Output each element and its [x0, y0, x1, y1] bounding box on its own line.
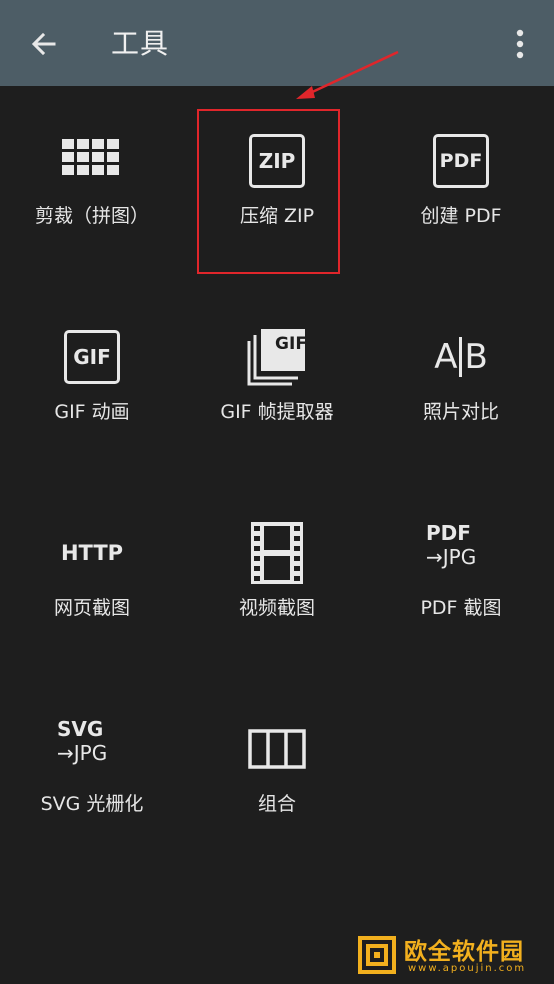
tool-svg-rasterize[interactable]: SVG →JPG SVG 光栅化 [0, 674, 184, 870]
tool-combine[interactable]: 组合 [185, 674, 369, 870]
watermark-name: 欧全软件园 [404, 939, 524, 965]
tool-video-screenshot[interactable]: 视频截图 [185, 478, 369, 674]
pdf-to-jpg-icon: PDF →JPG [426, 521, 477, 569]
page-title: 工具 [111, 27, 170, 60]
tool-label: 照片对比 [422, 401, 499, 423]
gif-frames-icon: GIF [242, 326, 312, 388]
svg-to-jpg-icon: SVG →JPG [57, 717, 108, 765]
tool-create-pdf[interactable]: PDF 创建 PDF [369, 86, 553, 282]
gif-icon: GIF [57, 326, 127, 388]
watermark: 欧全软件园 www.apoujin.com [352, 930, 552, 980]
compare-divider [459, 337, 463, 377]
tool-label: 剪裁（拼图） [34, 205, 149, 227]
gif-icon-text: GIF [64, 330, 120, 384]
tool-label: 网页截图 [53, 597, 130, 619]
tool-label: GIF 动画 [54, 401, 130, 423]
back-button[interactable] [24, 24, 64, 64]
tool-label: 组合 [257, 793, 296, 815]
tool-photo-compare[interactable]: A B 照片对比 [369, 282, 553, 478]
more-vert-icon [516, 29, 524, 59]
zip-icon: ZIP [242, 130, 312, 192]
pdf-icon: PDF [426, 130, 496, 192]
tool-gif-frame-extractor[interactable]: GIF GIF 帧提取器 [185, 282, 369, 478]
columns-icon [242, 718, 312, 780]
app-bar: 工具 [0, 0, 554, 86]
arrow-back-icon [31, 32, 56, 56]
watermark-url: www.apoujin.com [408, 963, 527, 974]
overflow-menu-button[interactable] [505, 24, 535, 64]
tool-gif-animation[interactable]: GIF GIF 动画 [0, 282, 184, 478]
http-icon: HTTP [57, 522, 127, 584]
tool-compress-zip[interactable]: ZIP 压缩 ZIP [185, 86, 369, 282]
tool-label: 创建 PDF [420, 205, 502, 227]
tool-label: 视频截图 [238, 597, 315, 619]
film-icon [242, 522, 312, 584]
compare-icon: A B [434, 337, 488, 377]
pdf-icon-text: PDF [433, 134, 489, 188]
tool-pdf-screenshot[interactable]: PDF →JPG PDF 截图 [369, 478, 553, 674]
tool-label: PDF 截图 [420, 597, 502, 619]
tool-label: GIF 帧提取器 [220, 401, 334, 423]
gif-frames-icon-text: GIF [275, 334, 307, 354]
tool-web-screenshot[interactable]: HTTP 网页截图 [0, 478, 184, 674]
grid-icon [57, 130, 127, 192]
http-icon-text: HTTP [60, 541, 124, 565]
tool-label: 压缩 ZIP [239, 205, 315, 227]
tool-crop-collage[interactable]: 剪裁（拼图） [0, 86, 184, 282]
watermark-logo-icon [358, 936, 396, 974]
tool-label: SVG 光栅化 [40, 793, 144, 815]
zip-icon-text: ZIP [249, 134, 305, 188]
